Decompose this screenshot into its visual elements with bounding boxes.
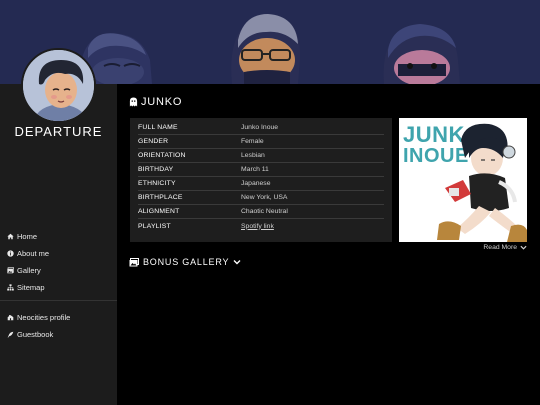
sidebar-item-label: Neocities profile: [17, 313, 71, 322]
neocities-icon: [6, 313, 15, 322]
sidebar-nav: Home About me Gallery Sitemap: [6, 228, 114, 296]
feather-icon: [6, 330, 15, 339]
sidebar-item-sitemap[interactable]: Sitemap: [6, 279, 114, 296]
info-key: BIRTHPLACE: [138, 194, 183, 201]
playlist-link[interactable]: Spotify link: [241, 223, 274, 230]
sidebar-divider: [0, 300, 117, 301]
sidebar-item-neocities[interactable]: Neocities profile: [6, 309, 114, 326]
info-value: March 11: [241, 166, 269, 173]
info-key: FULL NAME: [138, 124, 178, 131]
chevron-down-icon: [233, 260, 241, 265]
info-key: GENDER: [138, 138, 169, 145]
portrait-illustration: JUNKO INOUE: [399, 118, 527, 242]
table-row: ALIGNMENT Chaotic Neutral: [138, 205, 384, 219]
main-content: JUNKO FULL NAME Junko Inoue GENDER Femal…: [117, 84, 540, 405]
info-key: PLAYLIST: [138, 222, 171, 230]
info-value: New York, USA: [241, 194, 288, 201]
character-name: JUNKO: [141, 96, 183, 108]
images-icon: [129, 257, 139, 266]
info-value: Chaotic Neutral: [241, 208, 288, 215]
sidebar-item-label: Gallery: [17, 266, 41, 275]
info-value: Female: [241, 138, 264, 145]
info-key: ETHNICITY: [138, 180, 176, 187]
info-value: Lesbian: [241, 152, 265, 159]
sidebar-item-guestbook[interactable]: Guestbook: [6, 326, 114, 343]
sitemap-icon: [6, 283, 15, 292]
sidebar-external-links: Neocities profile Guestbook: [6, 309, 114, 343]
table-row: BIRTHPLACE New York, USA: [138, 191, 384, 205]
sidebar-item-label: Guestbook: [17, 330, 54, 339]
table-row: ORIENTATION Lesbian: [138, 149, 384, 163]
images-icon: [6, 266, 15, 275]
info-value: Junko Inoue: [241, 124, 279, 131]
bonus-gallery-label: BONUS GALLERY: [143, 257, 230, 267]
character-portrait: JUNKO INOUE: [399, 118, 527, 242]
table-row: FULL NAME Junko Inoue: [138, 121, 384, 135]
sidebar-item-home[interactable]: Home: [6, 228, 114, 245]
chevron-down-icon: [520, 245, 527, 250]
site-title: DEPARTURE: [14, 124, 103, 139]
info-key: ORIENTATION: [138, 152, 186, 159]
sidebar-item-label: Sitemap: [17, 283, 45, 292]
portrait-title-line2: INOUE: [403, 145, 469, 167]
read-more-toggle[interactable]: Read More: [483, 244, 527, 251]
home-icon: [6, 232, 15, 241]
sidebar-item-about[interactable]: About me: [6, 245, 114, 262]
info-value: Japanese: [241, 180, 271, 187]
avatar: [21, 48, 96, 123]
table-row: GENDER Female: [138, 135, 384, 149]
character-heading: JUNKO: [129, 96, 182, 108]
table-row: BIRTHDAY March 11: [138, 163, 384, 177]
sidebar-item-gallery[interactable]: Gallery: [6, 262, 114, 279]
character-info-table: FULL NAME Junko Inoue GENDER Female ORIE…: [130, 118, 392, 242]
table-row: ETHNICITY Japanese: [138, 177, 384, 191]
info-key: ALIGNMENT: [138, 208, 180, 215]
sidebar-item-label: Home: [17, 232, 38, 241]
read-more-label: Read More: [483, 244, 517, 251]
ghost-icon: [129, 97, 138, 107]
table-row: PLAYLIST Spotify link: [138, 219, 384, 233]
sidebar-item-label: About me: [17, 249, 50, 258]
info-icon: [6, 249, 15, 258]
info-key: BIRTHDAY: [138, 166, 174, 173]
bonus-gallery-toggle[interactable]: BONUS GALLERY: [129, 257, 241, 267]
